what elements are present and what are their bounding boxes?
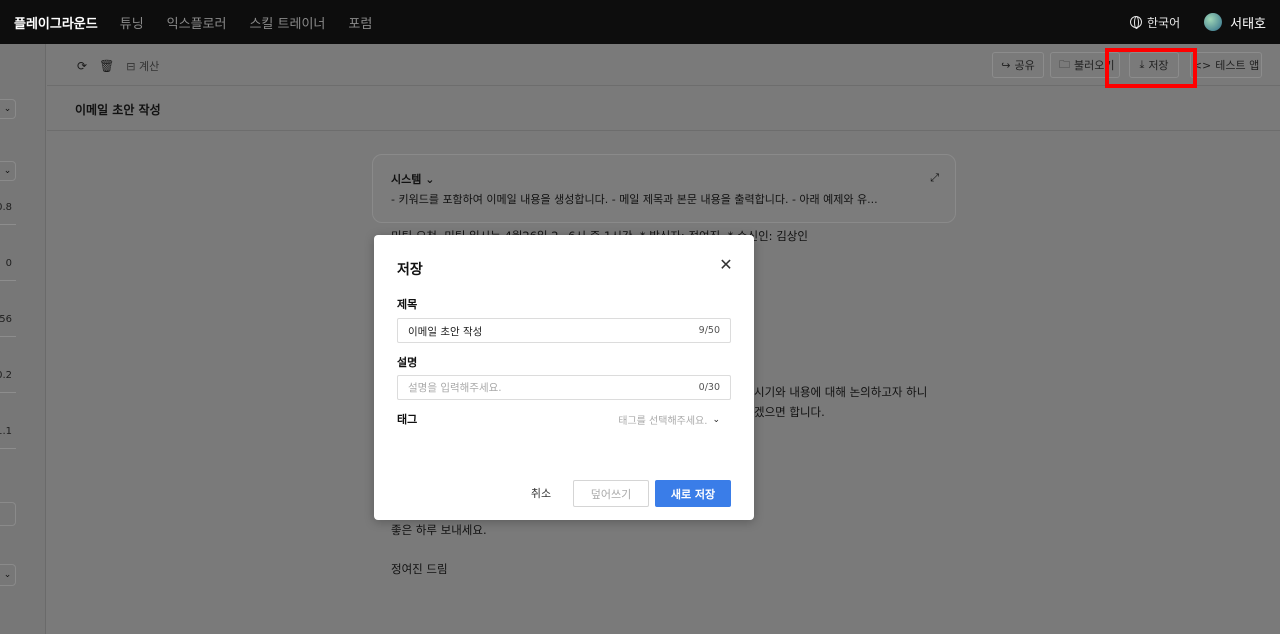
title-field[interactable]: 9/50 — [397, 318, 731, 343]
trash-icon[interactable]: 🗑 — [99, 59, 114, 73]
tag-placeholder: 태그를 선택해주세요. — [618, 416, 708, 427]
language-label: 한국어 — [1146, 15, 1181, 30]
param-input[interactable] — [0, 502, 16, 526]
system-header-label: 시스템 — [391, 173, 422, 186]
param-value: 0.2 — [0, 370, 12, 381]
chevron-down-icon: ⌄ — [425, 173, 435, 186]
nav-item-explorer[interactable]: 익스플로러 — [167, 13, 227, 32]
test-app-label: 테스트 앱 — [1215, 59, 1260, 72]
assistant-message-line: 겠으면 합니다. — [754, 405, 825, 419]
chevron-down-icon: ⌄ — [712, 414, 720, 425]
assistant-message-line: 시기와 내용에 대해 논의하고자 하니 — [754, 385, 928, 399]
param-value: 1.1 — [0, 426, 12, 437]
calc-icon: ⊟ — [126, 60, 136, 73]
globe-icon — [1129, 16, 1142, 29]
share-button[interactable]: ↪ 공유 — [992, 52, 1044, 78]
toolbar-left: ⟳ 🗑 ⊟ 계산 — [77, 58, 159, 74]
cancel-button[interactable]: 취소 — [521, 481, 561, 505]
assistant-message-line: 좋은 하루 보내세요. — [391, 523, 487, 537]
param-slider[interactable] — [0, 336, 16, 337]
save-new-button[interactable]: 새로 저장 — [655, 480, 731, 507]
title-label: 제목 — [397, 298, 418, 311]
system-body: - 키워드를 포함하여 이메일 내용을 생성합니다. - 메일 제목과 본문 내… — [391, 193, 878, 206]
top-navbar: 플레이그라운드 튜닝 익스플로러 스킬 트레이너 포럼 한국어 서태호 — [0, 0, 1280, 44]
save-highlight-box — [1105, 48, 1197, 88]
dialog-title: 저장 — [397, 262, 423, 278]
param-slider[interactable] — [0, 224, 16, 225]
share-label: 공유 — [1014, 59, 1035, 72]
assistant-message-line: 정여진 드림 — [391, 562, 448, 576]
user-menu[interactable]: 서태호 — [1204, 13, 1266, 32]
calc-button[interactable]: ⊟ 계산 — [126, 58, 159, 74]
overwrite-button[interactable]: 덮어쓰기 — [573, 480, 649, 507]
param-slider[interactable] — [0, 280, 16, 281]
settings-panel: ⌄ ⌄ 0.8 0 256 0.2 1.1 ⌄ — [0, 44, 46, 634]
nav-item-tuning[interactable]: 튜닝 — [120, 13, 144, 32]
save-dialog: 저장 ✕ 제목 9/50 설명 0/30 태그 태그를 선택해주세요. ⌄ 취소… — [374, 235, 754, 520]
tag-label: 태그 — [397, 413, 418, 426]
system-prompt-card[interactable]: 시스템 ⌄ ⤢ - 키워드를 포함하여 이메일 내용을 생성합니다. - 메일 … — [372, 154, 956, 223]
nav-item-forum[interactable]: 포럼 — [348, 13, 372, 32]
calc-label: 계산 — [139, 60, 160, 73]
param-slider[interactable] — [0, 448, 16, 449]
refresh-icon[interactable]: ⟳ — [77, 59, 87, 73]
page-title: 이메일 초안 작성 — [75, 103, 161, 117]
expand-icon[interactable]: ⤢ — [930, 171, 939, 185]
language-selector[interactable]: 한국어 — [1129, 14, 1181, 31]
share-icon: ↪ — [1001, 58, 1011, 72]
nav-right: 한국어 서태호 — [1129, 13, 1266, 32]
param-value: 256 — [0, 314, 12, 325]
user-name: 서태호 — [1230, 16, 1266, 32]
system-header[interactable]: 시스템 ⌄ — [391, 171, 434, 187]
title-input[interactable] — [408, 323, 678, 339]
chevron-down-icon[interactable]: ⌄ — [0, 99, 16, 119]
tag-select[interactable]: 태그를 선택해주세요. ⌄ — [618, 412, 720, 428]
nav-brand-playground[interactable]: 플레이그라운드 — [14, 13, 98, 32]
editor-toolbar: ⟳ 🗑 ⊟ 계산 ↪ 공유 🗀 불러오기 ⤓ 저장 <> 테스트 앱 — [47, 44, 1280, 86]
folder-icon: 🗀 — [1059, 57, 1070, 71]
nav-item-skill-trainer[interactable]: 스킬 트레이너 — [249, 13, 325, 32]
description-field[interactable]: 0/30 — [397, 375, 731, 400]
description-count: 0/30 — [698, 382, 720, 393]
param-value: 0 — [5, 258, 12, 269]
chevron-down-icon[interactable]: ⌄ — [0, 564, 16, 586]
description-label: 설명 — [397, 356, 418, 369]
description-input[interactable] — [408, 380, 678, 396]
page-title-bar: 이메일 초안 작성 — [47, 87, 1280, 131]
avatar — [1204, 13, 1223, 31]
param-slider[interactable] — [0, 392, 16, 393]
title-count: 9/50 — [698, 325, 720, 336]
test-app-button[interactable]: <> 테스트 앱 — [1190, 52, 1262, 78]
close-icon[interactable]: ✕ — [718, 257, 734, 273]
chevron-down-icon[interactable]: ⌄ — [0, 161, 16, 181]
param-value: 0.8 — [0, 202, 12, 213]
